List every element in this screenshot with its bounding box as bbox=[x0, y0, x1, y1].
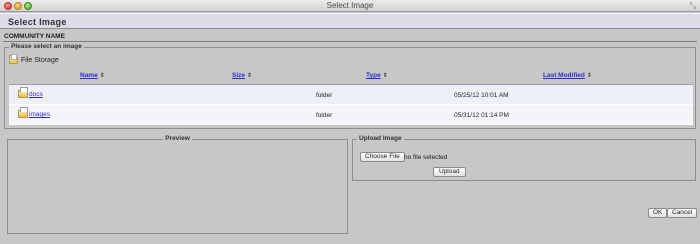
table-row[interactable]: docs folder 05/25/12 10:01 AM bbox=[9, 85, 693, 105]
window-titlebar: Select Image ⤡ bbox=[0, 0, 700, 12]
column-header-last-modified[interactable]: Last Modified ⇕ bbox=[543, 72, 592, 79]
ok-button[interactable]: OK bbox=[648, 208, 668, 218]
upload-button[interactable]: Upload bbox=[433, 167, 466, 177]
window-title: Select Image bbox=[326, 1, 374, 10]
name-cell: docs bbox=[18, 87, 43, 98]
type-cell: folder bbox=[316, 92, 333, 99]
upload-legend: Upload Image bbox=[357, 135, 404, 142]
no-file-status: no file selected bbox=[404, 154, 448, 161]
cancel-button[interactable]: Cancel bbox=[667, 208, 698, 218]
dialog-header: Select Image bbox=[0, 13, 700, 29]
sort-icon: ⇕ bbox=[99, 73, 105, 79]
table-row[interactable]: images folder 05/31/12 01:14 PM bbox=[9, 105, 693, 125]
preview-legend: Preview bbox=[163, 135, 192, 142]
community-name: COMMUNITY NAME bbox=[4, 33, 65, 40]
choose-file-button[interactable]: Choose File bbox=[360, 152, 405, 162]
sort-icon: ⇕ bbox=[247, 73, 253, 79]
name-cell: images bbox=[18, 107, 50, 118]
sort-icon: ⇕ bbox=[382, 73, 388, 79]
select-image-legend: Please select an image bbox=[9, 43, 84, 50]
modified-cell: 05/31/12 01:14 PM bbox=[454, 112, 509, 119]
folder-link-images[interactable]: images bbox=[29, 111, 50, 118]
type-cell: folder bbox=[316, 112, 333, 119]
file-storage-label: File Storage bbox=[21, 57, 59, 64]
folder-link-docs[interactable]: docs bbox=[29, 91, 43, 98]
folder-icon bbox=[18, 107, 28, 118]
file-table: Name ⇕ Size ⇕ Type ⇕ Last Modified ⇕ docs fo… bbox=[9, 67, 693, 125]
modified-cell: 05/25/12 10:01 AM bbox=[454, 92, 509, 99]
sort-icon: ⇕ bbox=[586, 73, 592, 79]
dialog-title: Select Image bbox=[8, 17, 67, 27]
column-header-type[interactable]: Type ⇕ bbox=[366, 72, 388, 79]
column-header-name[interactable]: Name ⇕ bbox=[80, 72, 105, 79]
divider bbox=[3, 41, 697, 42]
table-header: Name ⇕ Size ⇕ Type ⇕ Last Modified ⇕ bbox=[9, 67, 693, 85]
resize-icon[interactable]: ⤡ bbox=[690, 1, 696, 11]
folder-icon bbox=[18, 87, 28, 98]
column-header-size[interactable]: Size ⇕ bbox=[232, 72, 252, 79]
folder-icon bbox=[9, 54, 18, 64]
preview-fieldset: Preview bbox=[7, 135, 348, 234]
file-storage-location[interactable]: File Storage bbox=[9, 54, 59, 64]
